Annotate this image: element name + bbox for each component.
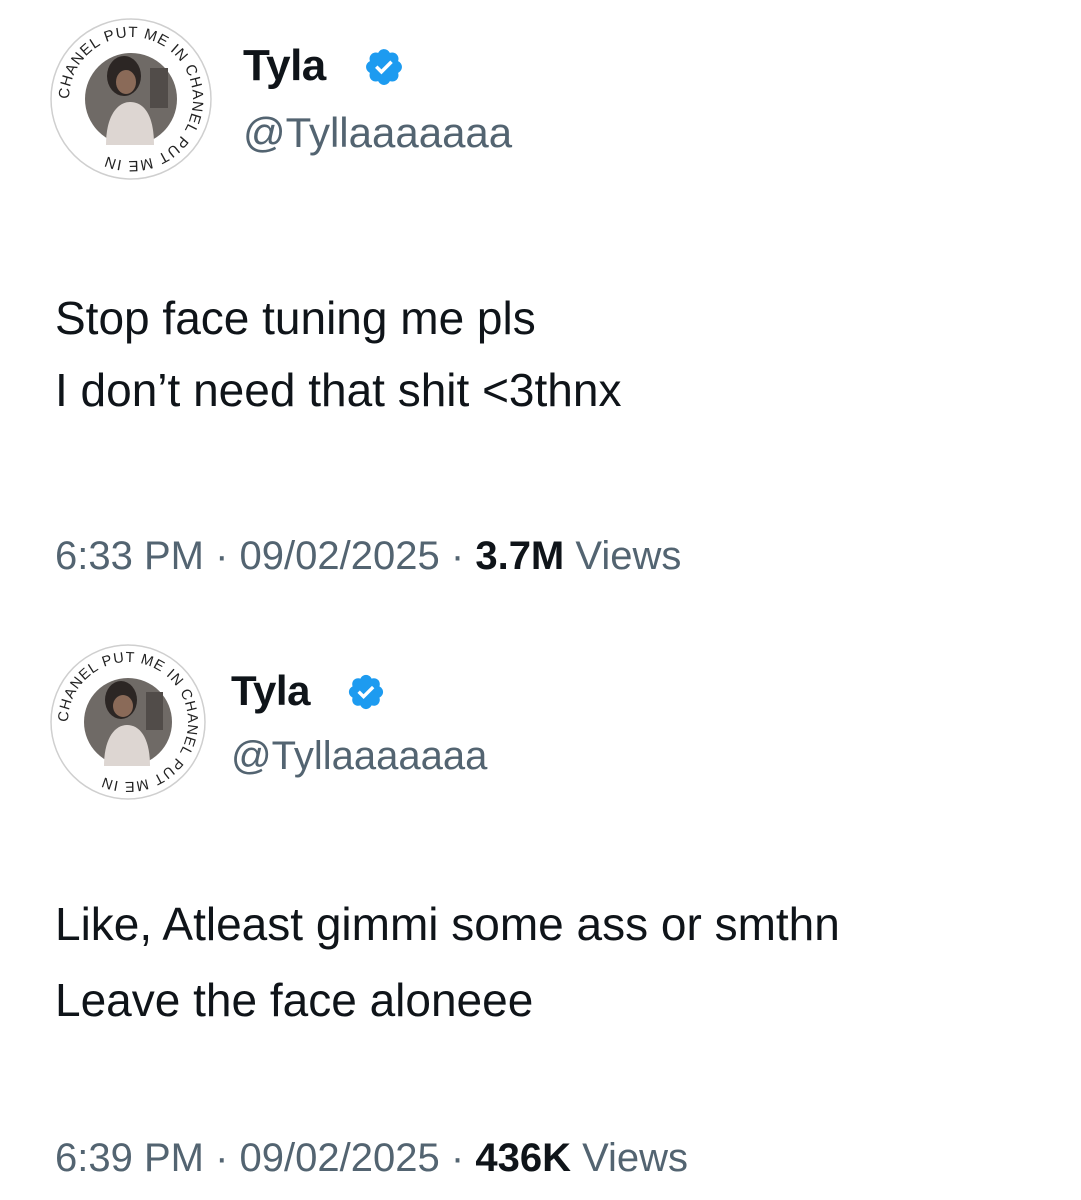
tweet: CHANEL PUT ME IN CHANEL PUT ME IN Tyla @… [0,600,1081,1200]
verified-badge-icon [363,46,405,88]
views-label: Views [582,1136,689,1180]
display-name[interactable]: Tyla [231,662,310,720]
views-count[interactable]: 3.7M [475,534,564,578]
user-handle[interactable]: @Tyllaaaaaaa [231,728,487,784]
tweet-date[interactable]: 09/02/2025 [240,534,440,578]
views-label: Views [575,534,682,578]
meta-separator: · [215,534,229,578]
avatar[interactable]: CHANEL PUT ME IN CHANEL PUT ME IN [50,644,206,800]
display-name[interactable]: Tyla [243,36,326,96]
tweet-text-line: Leave the face aloneee [55,974,534,1026]
tweet-text-line: Stop face tuning me pls [55,292,536,344]
tweet-meta: 6:33 PM · 09/02/2025 · 3.7M Views [55,528,681,584]
verified-badge-icon [346,672,386,712]
tweet-text-line: I don’t need that shit <3thnx [55,364,622,416]
tweet-text: Like, Atleast gimmi some ass or smthn Le… [55,886,840,1038]
meta-separator: · [450,534,465,578]
tweet-time[interactable]: 6:33 PM [55,534,204,578]
avatar[interactable]: CHANEL PUT ME IN CHANEL PUT ME IN [50,18,212,180]
views-count[interactable]: 436K [475,1136,571,1180]
tweet-meta: 6:39 PM · 09/02/2025 · 436K Views [55,1130,688,1186]
user-handle[interactable]: @Tyllaaaaaaa [243,104,512,162]
tweet-date[interactable]: 09/02/2025 [240,1136,440,1180]
tweet-text: Stop face tuning me pls I don’t need tha… [55,282,621,426]
meta-separator: · [215,1136,229,1180]
tweet-text-line: Like, Atleast gimmi some ass or smthn [55,898,840,950]
meta-separator: · [450,1136,465,1180]
tweet-time[interactable]: 6:39 PM [55,1136,204,1180]
tweet: CHANEL PUT ME IN CHANEL PUT ME IN Tyla @… [0,0,1081,600]
